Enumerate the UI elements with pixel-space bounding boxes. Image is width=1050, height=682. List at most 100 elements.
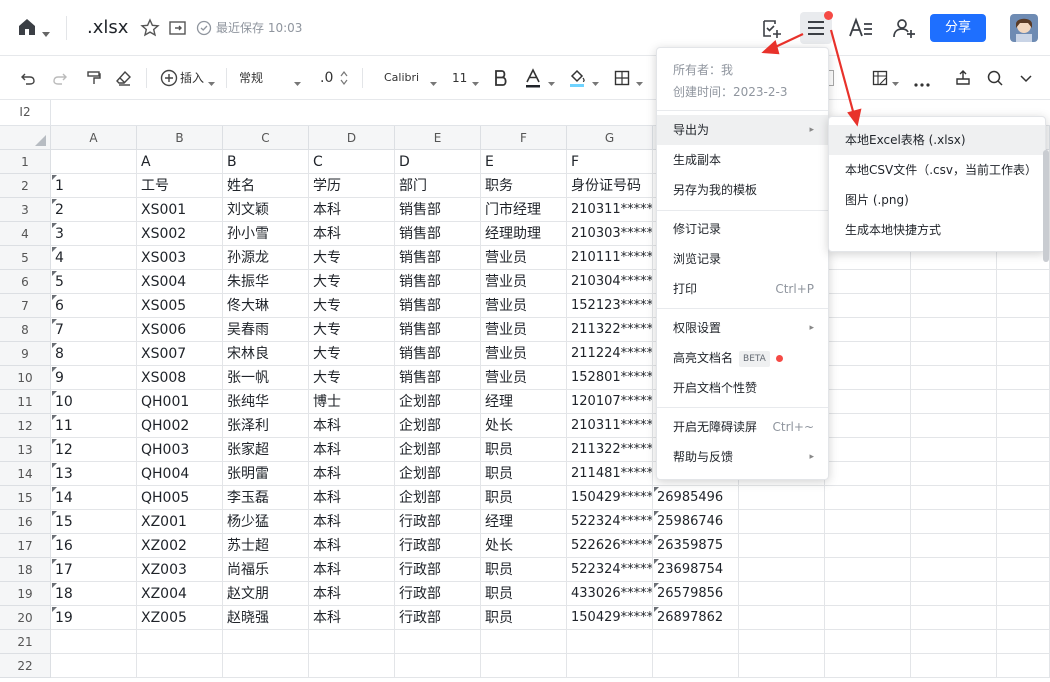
table-cell[interactable] [911, 366, 997, 390]
table-cell[interactable] [739, 510, 825, 534]
table-cell[interactable]: 4 [51, 246, 137, 270]
table-cell[interactable]: 销售部 [395, 318, 481, 342]
table-cell[interactable] [997, 630, 1050, 654]
table-cell[interactable] [825, 606, 911, 630]
table-cell[interactable]: 211322***** [567, 438, 653, 462]
row-header[interactable]: 18 [0, 558, 51, 582]
table-cell[interactable] [825, 630, 911, 654]
table-cell[interactable] [997, 294, 1050, 318]
table-cell[interactable] [911, 270, 997, 294]
table-cell[interactable] [997, 318, 1050, 342]
add-collaborator-icon[interactable] [892, 16, 916, 40]
table-cell[interactable]: 152123***** [567, 294, 653, 318]
table-cell[interactable]: 522626***** [567, 534, 653, 558]
table-cell[interactable]: XZ004 [137, 582, 223, 606]
borders-icon[interactable] [614, 70, 630, 86]
table-cell[interactable] [997, 270, 1050, 294]
table-cell[interactable]: 17 [51, 558, 137, 582]
table-cell[interactable]: 职员 [481, 606, 567, 630]
font-color-dropdown-icon[interactable] [548, 76, 555, 86]
share-button[interactable]: 分享 [930, 14, 986, 42]
table-cell[interactable]: 宋林良 [223, 342, 309, 366]
column-header[interactable]: G [567, 126, 653, 150]
cell-reference[interactable]: I2 [0, 100, 51, 125]
row-header[interactable]: 7 [0, 294, 51, 318]
row-header[interactable]: 4 [0, 222, 51, 246]
table-cell[interactable]: 211224***** [567, 342, 653, 366]
export-csv[interactable]: 本地CSV文件（.csv，当前工作表） [829, 155, 1045, 185]
table-cell[interactable] [739, 606, 825, 630]
table-cell[interactable] [911, 438, 997, 462]
table-cell[interactable] [395, 654, 481, 678]
menu-item-make-copy[interactable]: 生成副本 [657, 145, 828, 175]
table-cell[interactable] [739, 486, 825, 510]
table-cell[interactable] [653, 654, 739, 678]
table-cell[interactable]: XS002 [137, 222, 223, 246]
table-cell[interactable]: 吴春雨 [223, 318, 309, 342]
table-cell[interactable]: 张家超 [223, 438, 309, 462]
table-cell[interactable]: 大专 [309, 270, 395, 294]
table-cell[interactable] [997, 606, 1050, 630]
table-cell[interactable]: 210311***** [567, 198, 653, 222]
table-cell[interactable] [911, 654, 997, 678]
table-cell[interactable] [137, 654, 223, 678]
table-cell[interactable]: QH001 [137, 390, 223, 414]
row-header[interactable]: 21 [0, 630, 51, 654]
table-cell[interactable]: XS003 [137, 246, 223, 270]
table-cell[interactable]: 本科 [309, 558, 395, 582]
table-cell[interactable] [911, 486, 997, 510]
table-cell[interactable]: 行政部 [395, 510, 481, 534]
table-cell[interactable] [825, 534, 911, 558]
table-cell[interactable] [395, 630, 481, 654]
table-cell[interactable]: 孙小雪 [223, 222, 309, 246]
column-header[interactable]: A [51, 126, 137, 150]
table-cell[interactable]: XZ001 [137, 510, 223, 534]
row-header[interactable]: 15 [0, 486, 51, 510]
star-icon[interactable] [140, 18, 160, 38]
table-cell[interactable]: 本科 [309, 510, 395, 534]
table-cell[interactable]: D [395, 150, 481, 174]
table-cell[interactable] [309, 630, 395, 654]
table-cell[interactable]: 营业员 [481, 270, 567, 294]
table-cell[interactable]: 152801***** [567, 366, 653, 390]
table-cell[interactable]: 张泽利 [223, 414, 309, 438]
export-png[interactable]: 图片 (.png) [829, 185, 1045, 215]
table-cell[interactable]: QH003 [137, 438, 223, 462]
add-task-icon[interactable] [760, 16, 784, 40]
table-cell[interactable]: 身份证号码 [567, 174, 653, 198]
table-cell[interactable]: 433026***** [567, 582, 653, 606]
table-cell[interactable] [739, 534, 825, 558]
row-header[interactable]: 20 [0, 606, 51, 630]
row-header[interactable]: 14 [0, 462, 51, 486]
table-cell[interactable]: 13 [51, 462, 137, 486]
menu-item-highlight-title[interactable]: 高亮文档名 BETA [657, 343, 828, 373]
table-cell[interactable]: 企划部 [395, 438, 481, 462]
table-cell[interactable] [997, 438, 1050, 462]
table-cell[interactable]: 销售部 [395, 270, 481, 294]
column-header[interactable]: D [309, 126, 395, 150]
table-cell[interactable] [825, 654, 911, 678]
table-cell[interactable]: XZ002 [137, 534, 223, 558]
table-cell[interactable] [309, 654, 395, 678]
table-cell[interactable] [739, 654, 825, 678]
table-cell[interactable]: 门市经理 [481, 198, 567, 222]
table-cell[interactable]: 营业员 [481, 294, 567, 318]
table-cell[interactable] [223, 654, 309, 678]
table-cell[interactable]: 经理助理 [481, 222, 567, 246]
table-cell[interactable] [739, 582, 825, 606]
table-cell[interactable]: XS007 [137, 342, 223, 366]
font-size-select[interactable]: 11 [452, 70, 467, 86]
table-cell[interactable] [825, 390, 911, 414]
table-cell[interactable]: B [223, 150, 309, 174]
table-cell[interactable] [997, 582, 1050, 606]
avatar[interactable] [1010, 14, 1038, 42]
font-family-dropdown-icon[interactable] [430, 76, 437, 86]
table-cell[interactable]: 行政部 [395, 582, 481, 606]
row-header[interactable]: 12 [0, 414, 51, 438]
table-cell[interactable]: 7 [51, 318, 137, 342]
table-cell[interactable]: 行政部 [395, 606, 481, 630]
table-cell[interactable] [911, 390, 997, 414]
table-cell[interactable]: 210311***** [567, 414, 653, 438]
table-cell[interactable]: 张一帆 [223, 366, 309, 390]
table-cell[interactable]: E [481, 150, 567, 174]
